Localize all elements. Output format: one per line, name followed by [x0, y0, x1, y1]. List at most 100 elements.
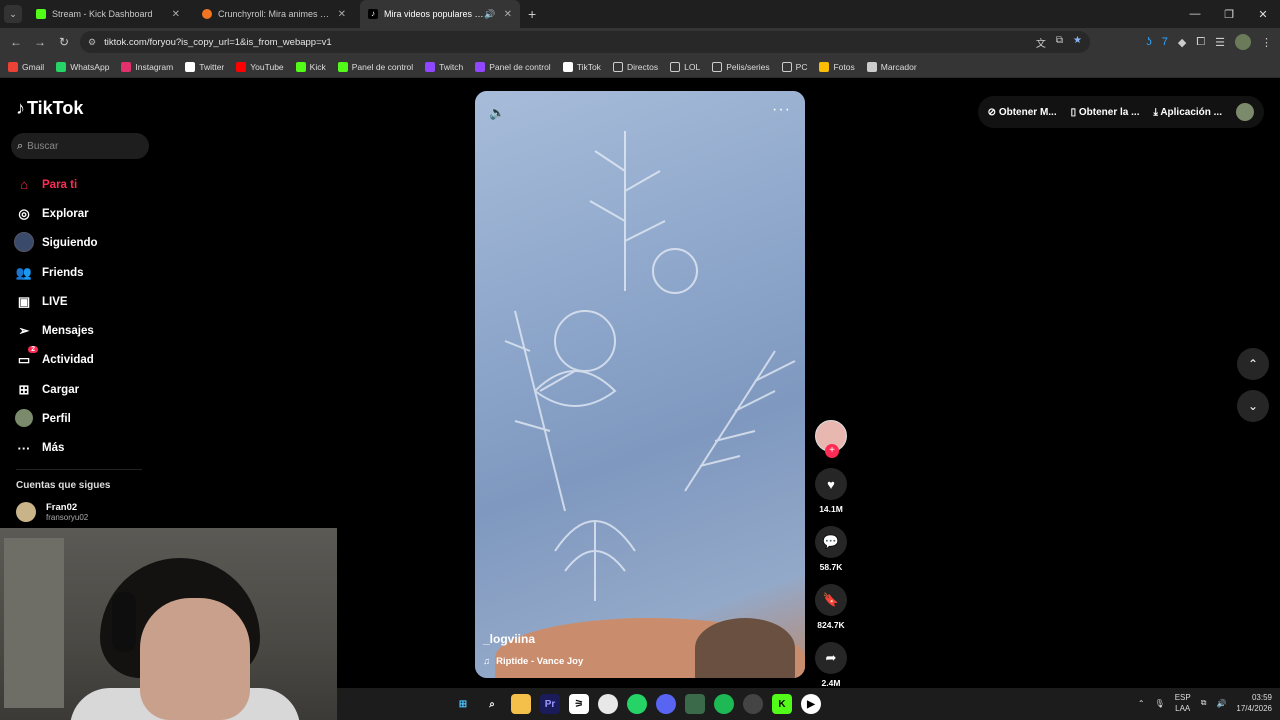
spotify-icon[interactable]: [714, 694, 734, 714]
windows-start-icon[interactable]: ⊞: [453, 694, 473, 714]
bookmark-item[interactable]: Twitch: [425, 61, 463, 72]
tab-audio-icon[interactable]: 🔊: [484, 9, 495, 20]
microphone-icon[interactable]: 🎙: [1155, 699, 1165, 708]
close-tab-icon[interactable]: ✕: [172, 9, 180, 20]
share-count: 2.4M: [821, 678, 841, 688]
tab-kick[interactable]: Stream - Kick Dashboard ✕: [28, 0, 188, 28]
volume-icon[interactable]: 🔈: [489, 105, 505, 121]
more-options-icon[interactable]: ···: [772, 101, 791, 119]
new-tab-button[interactable]: +: [528, 6, 536, 22]
bookmark-label: Panel de control: [351, 61, 414, 72]
bookmark-item[interactable]: PC: [781, 61, 807, 72]
bookmark-item[interactable]: WhatsApp: [56, 61, 109, 72]
video-author[interactable]: _logviina: [483, 632, 535, 646]
back-icon[interactable]: ←: [4, 35, 28, 49]
extension-icon[interactable]: 7: [1162, 36, 1168, 48]
close-tab-icon[interactable]: ✕: [504, 9, 512, 20]
minimize-icon[interactable]: —: [1178, 0, 1212, 28]
profile-avatar[interactable]: [1235, 34, 1251, 50]
bookmark-item[interactable]: Twitter: [185, 61, 224, 72]
search-input[interactable]: ⌕ Buscar: [11, 133, 149, 159]
bookmark-item[interactable]: Pelis/series: [712, 61, 770, 72]
bookmark-item[interactable]: Kick: [295, 61, 326, 72]
account-handle: fransoryu02: [46, 513, 89, 522]
bookmark-item[interactable]: Marcador: [866, 61, 917, 72]
close-window-icon[interactable]: ✕: [1246, 0, 1280, 28]
sidebar-item-siguiendo[interactable]: Siguiendo: [14, 229, 98, 258]
app-icon[interactable]: [685, 694, 705, 714]
media-player-icon[interactable]: ▶: [801, 694, 821, 714]
video-player[interactable]: 🔈 ··· _logviina ♫ Riptide - Vance Joy: [475, 91, 805, 678]
user-avatar[interactable]: [1236, 103, 1254, 121]
sidebar-item-mensajes[interactable]: ➢ Mensajes: [14, 316, 98, 345]
capcut-icon[interactable]: ⚞: [569, 694, 589, 714]
install-app-icon[interactable]: ⧉: [1056, 35, 1063, 50]
url-text[interactable]: tiktok.com/foryou?is_copy_url=1&is_from_…: [104, 37, 332, 48]
video-music[interactable]: ♫ Riptide - Vance Joy: [483, 656, 583, 667]
bookmark-star-icon[interactable]: ★: [1073, 35, 1082, 50]
site-info-icon[interactable]: ⚙: [88, 37, 96, 48]
sidebar-item-mas[interactable]: ··· Más: [14, 434, 98, 463]
bookmark-favicon-icon: [475, 61, 486, 72]
sidebar-item-explorar[interactable]: ◎ Explorar: [14, 199, 98, 228]
bookmark-item[interactable]: Fotos: [819, 61, 855, 72]
chrome-icon[interactable]: [598, 694, 618, 714]
previous-video-button[interactable]: ⌃: [1237, 348, 1269, 380]
translate-icon[interactable]: 文: [1036, 35, 1046, 50]
reload-icon[interactable]: ↻: [52, 35, 76, 49]
bookmark-item[interactable]: Directos: [612, 61, 658, 72]
maximize-icon[interactable]: ❐: [1212, 0, 1246, 28]
next-video-button[interactable]: ⌄: [1237, 390, 1269, 422]
steam-icon[interactable]: [743, 694, 763, 714]
language-indicator[interactable]: ESP LAA: [1175, 692, 1191, 714]
forward-icon[interactable]: →: [28, 35, 52, 49]
sidebar-item-friends[interactable]: 👥 Friends: [14, 258, 98, 287]
bookmark-favicon-icon: [425, 61, 436, 72]
tab-tiktok[interactable]: ♪ Mira videos populares seleccionados 🔊 …: [360, 0, 520, 28]
bookmark-item[interactable]: Instagram: [121, 61, 173, 72]
following-account[interactable]: Fran02 fransoryu02: [16, 502, 88, 522]
sidebar-item-actividad[interactable]: ▭ 2 Actividad: [14, 346, 98, 375]
file-explorer-icon[interactable]: [511, 694, 531, 714]
tiktok-logo[interactable]: ♪ TikTok: [16, 98, 83, 119]
bookmark-item[interactable]: Panel de control: [337, 61, 414, 72]
get-coins-button[interactable]: ⊘ Obtener M...: [988, 107, 1057, 118]
extension-icon[interactable]: ◆: [1178, 36, 1186, 49]
discord-icon[interactable]: [656, 694, 676, 714]
bookmark-item[interactable]: Panel de control: [475, 61, 551, 72]
sidebar-item-cargar[interactable]: ⊞ Cargar: [14, 375, 98, 404]
sidebar-item-perfil[interactable]: Perfil: [14, 404, 98, 433]
clock[interactable]: 03:59 17/4/2026: [1236, 692, 1272, 714]
creator-avatar[interactable]: +: [815, 420, 847, 458]
whatsapp-icon[interactable]: [627, 694, 647, 714]
bookmark-item[interactable]: Gmail: [8, 61, 44, 72]
share-button[interactable]: ➦: [815, 642, 847, 674]
get-app-button[interactable]: ▯ Obtener la ...: [1071, 107, 1140, 118]
search-icon[interactable]: ⌕: [482, 694, 502, 714]
volume-icon[interactable]: 🔊: [1216, 699, 1226, 708]
bookmark-item[interactable]: TikTok: [562, 61, 601, 72]
desktop-app-label: Aplicación ...: [1160, 106, 1222, 118]
reading-list-icon[interactable]: ☰: [1215, 36, 1225, 49]
premiere-icon[interactable]: Pr: [540, 694, 560, 714]
chevron-up-icon[interactable]: ⌃: [1138, 699, 1145, 708]
bookmark-item[interactable]: LOL: [670, 61, 700, 72]
desktop-app-button[interactable]: ⤓ Aplicación ...: [1153, 107, 1222, 118]
network-icon[interactable]: ⧉: [1201, 698, 1207, 708]
follow-plus-icon[interactable]: +: [825, 444, 839, 458]
like-button[interactable]: ♥: [815, 468, 847, 500]
sidebar-item-para-ti[interactable]: ⌂ Para ti: [14, 170, 98, 199]
sidebar-item-live[interactable]: ▣ LIVE: [14, 287, 98, 316]
address-bar[interactable]: ⚙ tiktok.com/foryou?is_copy_url=1&is_fro…: [80, 31, 1090, 53]
menu-kebab-icon[interactable]: ⋮: [1261, 36, 1272, 49]
comment-button[interactable]: 💬: [815, 526, 847, 558]
tab-search-button[interactable]: ⌄: [4, 5, 22, 23]
bookmark-item[interactable]: YouTube: [236, 61, 284, 72]
extension-icon[interactable]: ʖ: [1146, 36, 1152, 48]
close-tab-icon[interactable]: ✕: [338, 9, 346, 20]
kick-icon[interactable]: K: [772, 694, 792, 714]
heart-icon: ♥: [827, 476, 835, 492]
extensions-puzzle-icon[interactable]: ⧠: [1196, 36, 1205, 49]
save-button[interactable]: 🔖: [815, 584, 847, 616]
tab-crunchyroll[interactable]: Crunchyroll: Mira animes populares ✕: [194, 0, 354, 28]
